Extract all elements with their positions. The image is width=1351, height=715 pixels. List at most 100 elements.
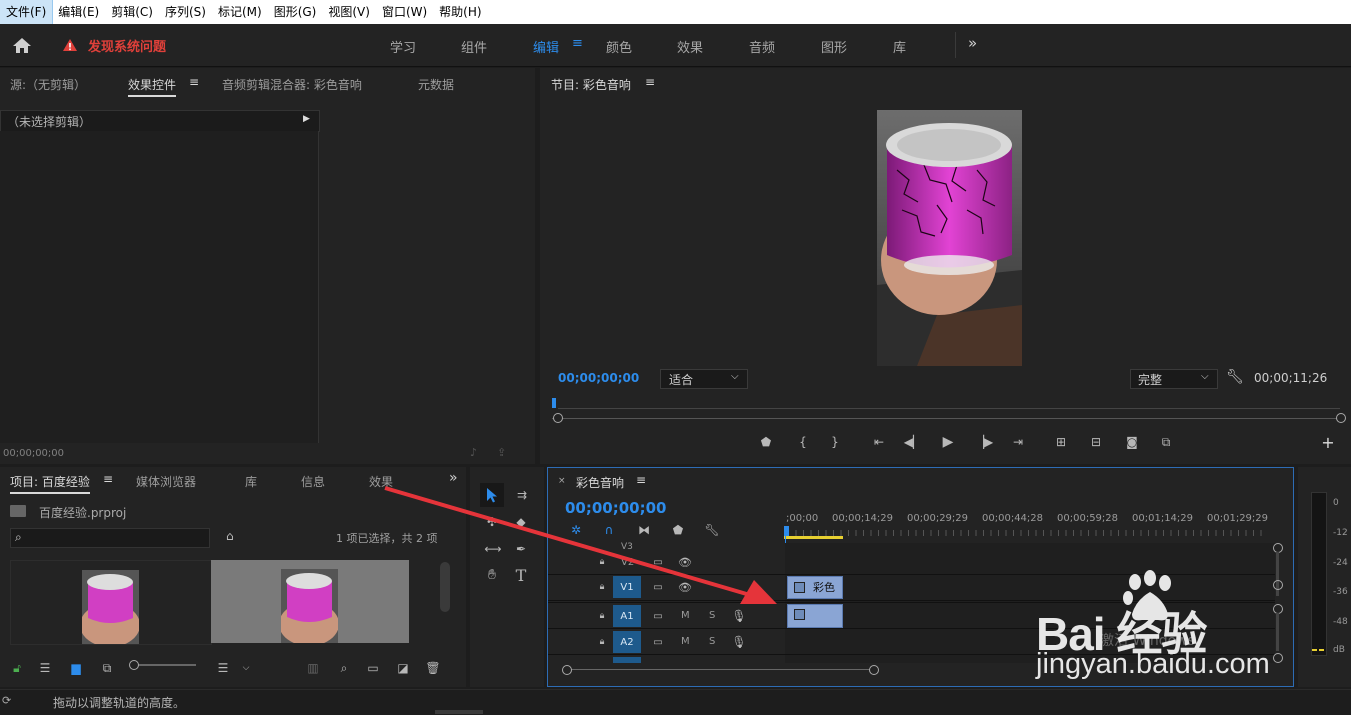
- lift-icon[interactable]: ⊞: [1052, 434, 1070, 450]
- zoom-handle-right[interactable]: [1336, 413, 1346, 423]
- timeline-horizontal-scrollbar[interactable]: [566, 669, 876, 670]
- play-icon[interactable]: ▶: [940, 434, 956, 450]
- quality-dropdown[interactable]: 完整 ⌵: [1130, 369, 1218, 389]
- workspace-divider: [955, 32, 956, 58]
- program-title[interactable]: 节目: 彩色音响: [551, 76, 631, 93]
- sync-lock-icon[interactable]: ▭: [651, 610, 665, 622]
- new-item-icon[interactable]: ◪: [395, 661, 411, 675]
- home-icon[interactable]: [12, 36, 32, 54]
- new-bin-icon[interactable]: ▭: [365, 661, 381, 675]
- lock-icon[interactable]: 🔒︎: [596, 610, 608, 622]
- lock-icon[interactable]: 🔒︎: [596, 636, 608, 648]
- system-warning-label[interactable]: 发现系统问题: [88, 36, 166, 55]
- tab-effects[interactable]: 效果: [677, 37, 703, 56]
- new-bin-search-icon[interactable]: ⌂: [226, 529, 234, 543]
- program-timecode[interactable]: 00;00;00;00: [558, 371, 639, 385]
- meter-scale-label: -48: [1333, 617, 1348, 627]
- freeform-view-icon[interactable]: ⧉: [98, 661, 116, 675]
- scroll-handle-left[interactable]: [562, 665, 572, 675]
- tab-audio[interactable]: 音频: [749, 37, 775, 56]
- tab-project[interactable]: 项目: 百度经验: [10, 473, 90, 494]
- sync-lock-icon[interactable]: ▭: [651, 636, 665, 648]
- track-label-a2[interactable]: A2: [613, 631, 641, 653]
- work-area-bar[interactable]: [784, 536, 843, 539]
- mark-out-icon[interactable]: }: [827, 434, 843, 450]
- playhead[interactable]: [552, 398, 556, 408]
- menu-graphics[interactable]: 图形(G): [268, 0, 323, 24]
- icon-view-icon[interactable]: ▆: [68, 661, 84, 675]
- tab-effect-controls[interactable]: 效果控件: [128, 76, 177, 97]
- trash-icon[interactable]: 🗑︎: [425, 661, 441, 675]
- tab-learn[interactable]: 学习: [390, 37, 416, 56]
- menu-edit[interactable]: 编辑(E): [52, 0, 105, 24]
- solo-button[interactable]: S: [709, 636, 715, 647]
- step-back-icon[interactable]: ◀▏: [904, 434, 922, 450]
- baidu-url-watermark: jingyan.baidu.com: [1036, 648, 1270, 680]
- menu-sequence[interactable]: 序列(S): [159, 0, 212, 24]
- export-icon[interactable]: ⇪: [497, 446, 506, 459]
- menu-help[interactable]: 帮助(H): [433, 0, 487, 24]
- tab-libraries[interactable]: 库: [893, 37, 906, 56]
- thumbnail-size-slider[interactable]: [130, 664, 196, 666]
- project-item-sequence[interactable]: [10, 560, 212, 645]
- mark-in-icon[interactable]: {: [795, 434, 811, 450]
- comparison-view-icon[interactable]: ⧉: [1157, 434, 1175, 450]
- zoom-handle-left[interactable]: [553, 413, 563, 423]
- go-to-in-icon[interactable]: ⇤: [871, 434, 887, 450]
- step-forward-icon[interactable]: ▕▶: [975, 434, 993, 450]
- thumbnail-slider-handle[interactable]: [129, 660, 139, 670]
- program-video-frame: [877, 110, 1022, 366]
- zoom-bar[interactable]: [552, 418, 1342, 419]
- audio-track-scrollbar[interactable]: [1276, 613, 1279, 651]
- extract-icon[interactable]: ⊟: [1087, 434, 1105, 450]
- play-triangle-icon[interactable]: ▶: [303, 114, 310, 124]
- fit-dropdown-value: 适合: [669, 373, 694, 387]
- audio-clip[interactable]: [787, 604, 843, 628]
- status-scroll[interactable]: [435, 710, 483, 714]
- chevron-down-icon[interactable]: ⌵: [239, 661, 253, 675]
- tab-editing[interactable]: 编辑: [533, 37, 559, 56]
- menu-file[interactable]: 文件(F): [0, 0, 54, 25]
- menu-view[interactable]: 视图(V): [322, 0, 376, 24]
- tab-metadata[interactable]: 元数据: [418, 76, 454, 93]
- list-view-icon[interactable]: ☰: [37, 661, 53, 675]
- menu-window[interactable]: 窗口(W): [376, 0, 433, 24]
- fit-dropdown[interactable]: 适合 ⌵: [660, 369, 748, 389]
- video-clip[interactable]: 彩色: [787, 576, 843, 599]
- tab-graphics[interactable]: 图形: [821, 37, 847, 56]
- tab-info[interactable]: 信息: [301, 473, 325, 490]
- add-marker-icon[interactable]: ⬟: [758, 434, 774, 450]
- track-zoom-handle[interactable]: [1273, 653, 1283, 663]
- tab-library[interactable]: 库: [245, 473, 257, 490]
- program-menu-icon[interactable]: ≡: [645, 75, 655, 89]
- tab-color[interactable]: 颜色: [606, 37, 632, 56]
- menu-marker[interactable]: 标记(M): [212, 0, 268, 24]
- solo-button[interactable]: S: [709, 610, 715, 621]
- effect-controls-menu-icon[interactable]: ≡: [189, 75, 199, 89]
- more-workspaces-icon[interactable]: »: [968, 34, 977, 52]
- go-to-out-icon[interactable]: ⇥: [1010, 434, 1026, 450]
- audio-note-icon[interactable]: ♪: [470, 446, 477, 459]
- tab-audio-clip-mixer[interactable]: 音频剪辑混合器: 彩色音响: [222, 76, 362, 93]
- project-menu-icon[interactable]: ≡: [103, 472, 113, 486]
- tab-assembly[interactable]: 组件: [461, 37, 487, 56]
- camera-icon[interactable]: ◙: [1123, 434, 1141, 450]
- sort-icon[interactable]: ☰: [215, 661, 231, 675]
- microphone-icon[interactable]: 🎙︎: [731, 609, 746, 623]
- mute-button[interactable]: M: [681, 636, 690, 647]
- mute-button[interactable]: M: [681, 610, 690, 621]
- tab-source[interactable]: 源:（无剪辑）: [10, 76, 86, 93]
- track-label-a3[interactable]: [613, 657, 641, 663]
- tab-menu-icon[interactable]: ≡: [572, 36, 583, 51]
- tab-media-browser[interactable]: 媒体浏览器: [136, 473, 196, 490]
- microphone-icon[interactable]: 🎙︎: [731, 635, 746, 649]
- menu-clip[interactable]: 剪辑(C): [105, 0, 159, 24]
- lock-icon[interactable]: 🔓︎: [10, 661, 24, 675]
- automate-icon[interactable]: ▥: [305, 661, 321, 675]
- wrench-icon[interactable]: 🔧︎: [1226, 369, 1244, 385]
- find-icon[interactable]: ⌕: [336, 661, 352, 675]
- scroll-handle-right[interactable]: [869, 665, 879, 675]
- add-button-icon[interactable]: +: [1320, 433, 1336, 452]
- project-search-input[interactable]: ⌕: [10, 528, 210, 548]
- track-zoom-handle[interactable]: [1273, 580, 1283, 590]
